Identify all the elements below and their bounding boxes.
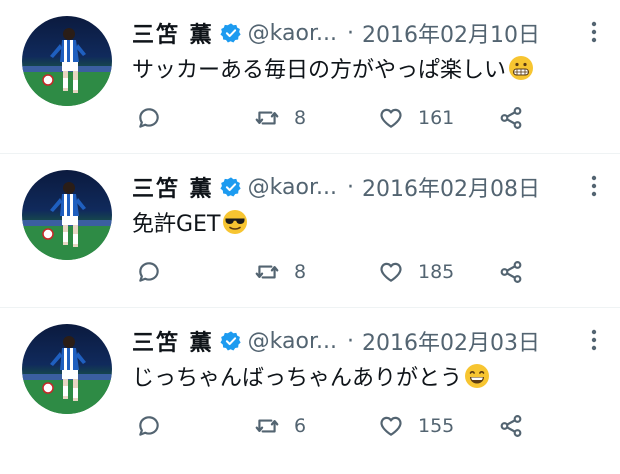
username-handle[interactable]: @kaor... <box>248 175 337 200</box>
display-name[interactable]: 三笘 薫 <box>132 325 214 357</box>
tweet-actions: 8 185 <box>132 254 532 290</box>
tweet-actions: 6 155 <box>132 408 532 444</box>
tweet-text: 免許GET <box>132 206 248 238</box>
more-options-icon[interactable] <box>590 174 598 198</box>
tweet[interactable]: 三笘 薫 @kaor... · 2016年02月10日 サッカーある毎日の方がや… <box>0 0 620 154</box>
reply-button[interactable] <box>136 254 162 290</box>
retweet-icon <box>255 111 279 125</box>
verified-badge-icon <box>220 22 242 44</box>
tweet[interactable]: 三笘 薫 @kaor... · 2016年02月03日 じっちゃんばっちゃんあり… <box>0 308 620 462</box>
retweet-button[interactable]: 8 <box>254 254 306 290</box>
share-button[interactable] <box>498 408 524 444</box>
verified-badge-icon <box>220 176 242 198</box>
like-button[interactable]: 185 <box>378 254 454 290</box>
display-name[interactable]: 三笘 薫 <box>132 17 214 49</box>
separator-dot: · <box>346 20 354 46</box>
avatar[interactable] <box>22 324 112 414</box>
share-button[interactable] <box>498 254 524 290</box>
share-icon <box>500 107 522 129</box>
retweet-icon <box>255 419 279 433</box>
grimacing-face-emoji-icon <box>508 55 534 81</box>
more-options-icon[interactable] <box>590 20 598 44</box>
username-handle[interactable]: @kaor... <box>248 21 337 46</box>
tweet[interactable]: 三笘 薫 @kaor... · 2016年02月08日 免許GET 8 185 <box>0 154 620 308</box>
timestamp[interactable]: 2016年02月10日 <box>362 17 540 49</box>
display-name[interactable]: 三笘 薫 <box>132 171 214 203</box>
heart-icon <box>380 108 402 128</box>
reply-icon <box>139 416 159 436</box>
retweet-button[interactable]: 6 <box>254 408 306 444</box>
separator-dot: · <box>346 174 354 200</box>
like-count: 161 <box>418 107 455 129</box>
verified-badge-icon <box>220 330 242 352</box>
tweet-text: サッカーある毎日の方がやっぱ楽しい <box>132 52 534 84</box>
like-count: 155 <box>418 415 455 437</box>
reply-icon <box>139 262 159 282</box>
reply-button[interactable] <box>136 408 162 444</box>
reply-icon <box>139 108 159 128</box>
retweet-icon <box>255 265 279 279</box>
sunglasses-face-emoji-icon <box>222 209 248 235</box>
tweet-feed: 三笘 薫 @kaor... · 2016年02月10日 サッカーある毎日の方がや… <box>0 0 620 474</box>
heart-icon <box>380 262 402 282</box>
share-icon <box>500 261 522 283</box>
username-handle[interactable]: @kaor... <box>248 329 337 354</box>
tweet-text-content: じっちゃんばっちゃんありがとう <box>132 366 463 391</box>
share-icon <box>500 415 522 437</box>
tweet-header: 三笘 薫 @kaor... · 2016年02月03日 <box>132 324 540 358</box>
like-button[interactable]: 155 <box>378 408 454 444</box>
avatar[interactable] <box>22 170 112 260</box>
avatar[interactable] <box>22 16 112 106</box>
tweet-header: 三笘 薫 @kaor... · 2016年02月08日 <box>132 170 540 204</box>
timestamp[interactable]: 2016年02月03日 <box>362 325 540 357</box>
tweet-header: 三笘 薫 @kaor... · 2016年02月10日 <box>132 16 540 50</box>
like-button[interactable]: 161 <box>378 100 454 136</box>
tweet-text-content: サッカーある毎日の方がやっぱ楽しい <box>132 58 507 83</box>
tweet-actions: 8 161 <box>132 100 532 136</box>
timestamp[interactable]: 2016年02月08日 <box>362 171 540 203</box>
reply-button[interactable] <box>136 100 162 136</box>
share-button[interactable] <box>498 100 524 136</box>
separator-dot: · <box>346 328 354 354</box>
tweet-text: じっちゃんばっちゃんありがとう <box>132 360 490 392</box>
heart-icon <box>380 416 402 436</box>
retweet-button[interactable]: 8 <box>254 100 306 136</box>
like-count: 185 <box>418 261 455 283</box>
retweet-count: 8 <box>294 261 307 283</box>
retweet-count: 6 <box>294 415 307 437</box>
tweet-text-content: 免許GET <box>132 212 221 237</box>
grinning-face-emoji-icon <box>464 363 490 389</box>
retweet-count: 8 <box>294 107 307 129</box>
more-options-icon[interactable] <box>590 328 598 352</box>
